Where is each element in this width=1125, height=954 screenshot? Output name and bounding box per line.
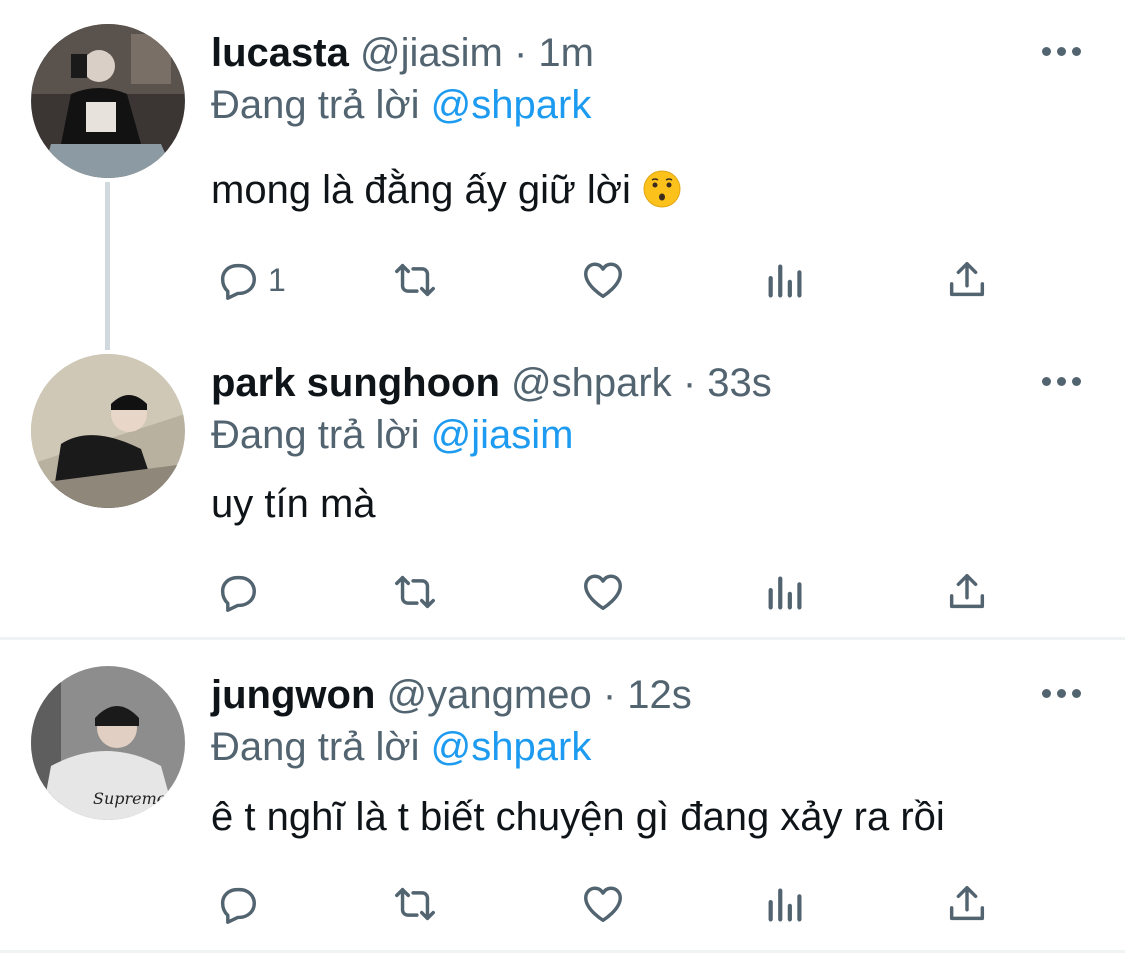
share-button[interactable] bbox=[944, 568, 990, 616]
action-bar bbox=[0, 568, 1125, 616]
avatar[interactable] bbox=[31, 354, 185, 508]
analytics-icon bbox=[768, 576, 802, 610]
separator: · bbox=[682, 361, 697, 405]
mention-link[interactable]: @shpark bbox=[431, 725, 592, 769]
more-icon[interactable] bbox=[1042, 686, 1082, 698]
display-name[interactable]: park sunghoon bbox=[211, 361, 500, 405]
action-bar: 1 bbox=[0, 256, 1125, 304]
like-icon bbox=[584, 574, 622, 611]
retweet-icon bbox=[395, 263, 435, 297]
display-name[interactable]: jungwon bbox=[211, 673, 375, 717]
timestamp[interactable]: 12s bbox=[627, 673, 692, 717]
share-icon bbox=[949, 261, 985, 297]
analytics-button[interactable] bbox=[763, 568, 809, 616]
replying-to-line: Đang trả lời @jiasim bbox=[211, 415, 574, 455]
like-icon bbox=[584, 886, 622, 923]
avatar[interactable] bbox=[31, 24, 185, 178]
reply-icon bbox=[220, 263, 256, 300]
tweet-text: mong là đằng ấy giữ lời bbox=[211, 169, 682, 210]
share-button[interactable] bbox=[944, 256, 990, 304]
analytics-icon bbox=[768, 264, 802, 298]
reply-button[interactable]: 1 bbox=[214, 256, 286, 304]
handle[interactable]: @yangmeo bbox=[387, 673, 592, 717]
mention-link[interactable]: @shpark bbox=[431, 83, 592, 127]
analytics-button[interactable] bbox=[763, 256, 809, 304]
reply-icon bbox=[220, 575, 256, 612]
timestamp[interactable]: 33s bbox=[707, 361, 772, 405]
like-button[interactable] bbox=[580, 256, 626, 304]
svg-text:Supreme: Supreme bbox=[93, 789, 166, 808]
tweet-header: jungwon @yangmeo · 12s bbox=[211, 675, 692, 715]
action-bar bbox=[0, 880, 1125, 928]
analytics-icon bbox=[768, 888, 802, 922]
replying-to-line: Đang trả lời @shpark bbox=[211, 85, 591, 125]
tweet-header: park sunghoon @shpark · 33s bbox=[211, 363, 772, 403]
display-name[interactable]: lucasta bbox=[211, 31, 349, 75]
handle[interactable]: @shpark bbox=[511, 361, 672, 405]
retweet-button[interactable] bbox=[392, 568, 438, 616]
separator: · bbox=[602, 673, 617, 717]
reply-button[interactable] bbox=[214, 880, 268, 928]
avatar[interactable]: Supreme bbox=[31, 666, 185, 820]
tweet-text-content: uy tín mà bbox=[211, 482, 376, 526]
kissing-face-icon bbox=[642, 169, 682, 209]
timestamp[interactable]: 1m bbox=[538, 31, 594, 75]
share-icon bbox=[949, 885, 985, 921]
handle[interactable]: @jiasim bbox=[360, 31, 503, 75]
replying-label: Đang trả lời bbox=[211, 83, 431, 127]
tweet-text: ê t nghĩ là t biết chuyện gì đang xảy ra… bbox=[211, 797, 945, 837]
replying-to-line: Đang trả lời @shpark bbox=[211, 727, 591, 767]
retweet-icon bbox=[395, 887, 435, 921]
tweet-divider bbox=[0, 950, 1125, 953]
like-button[interactable] bbox=[580, 880, 626, 928]
tweet-header: lucasta @jiasim · 1m bbox=[211, 33, 594, 73]
reply-count: 1 bbox=[268, 261, 286, 298]
separator: · bbox=[513, 31, 528, 75]
tweet-divider bbox=[0, 637, 1125, 640]
retweet-button[interactable] bbox=[392, 256, 438, 304]
more-icon[interactable] bbox=[1042, 44, 1082, 56]
tweet-text: uy tín mà bbox=[211, 484, 376, 524]
tweet-text-content: mong là đằng ấy giữ lời bbox=[211, 168, 631, 212]
retweet-icon bbox=[395, 575, 435, 609]
retweet-button[interactable] bbox=[392, 880, 438, 928]
like-button[interactable] bbox=[580, 568, 626, 616]
replying-label: Đang trả lời bbox=[211, 725, 431, 769]
reply-icon bbox=[220, 887, 256, 924]
tweet-text-content: ê t nghĩ là t biết chuyện gì đang xảy ra… bbox=[211, 795, 945, 839]
reply-button[interactable] bbox=[214, 568, 268, 616]
share-icon bbox=[949, 573, 985, 609]
replying-label: Đang trả lời bbox=[211, 413, 431, 457]
mention-link[interactable]: @jiasim bbox=[431, 413, 574, 457]
analytics-button[interactable] bbox=[763, 880, 809, 928]
more-icon[interactable] bbox=[1042, 374, 1082, 386]
share-button[interactable] bbox=[944, 880, 990, 928]
like-icon bbox=[584, 262, 622, 299]
